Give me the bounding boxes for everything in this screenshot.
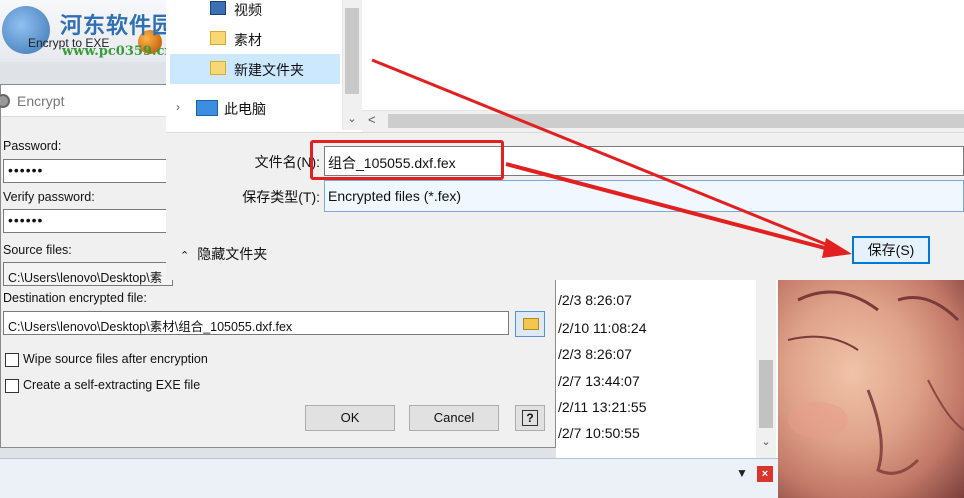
red-arrow-annotation: [371, 58, 852, 258]
screenshot-stage: Encrypt to EXE 河东软件园 www.pc0359.cn /2/3 …: [0, 0, 964, 498]
